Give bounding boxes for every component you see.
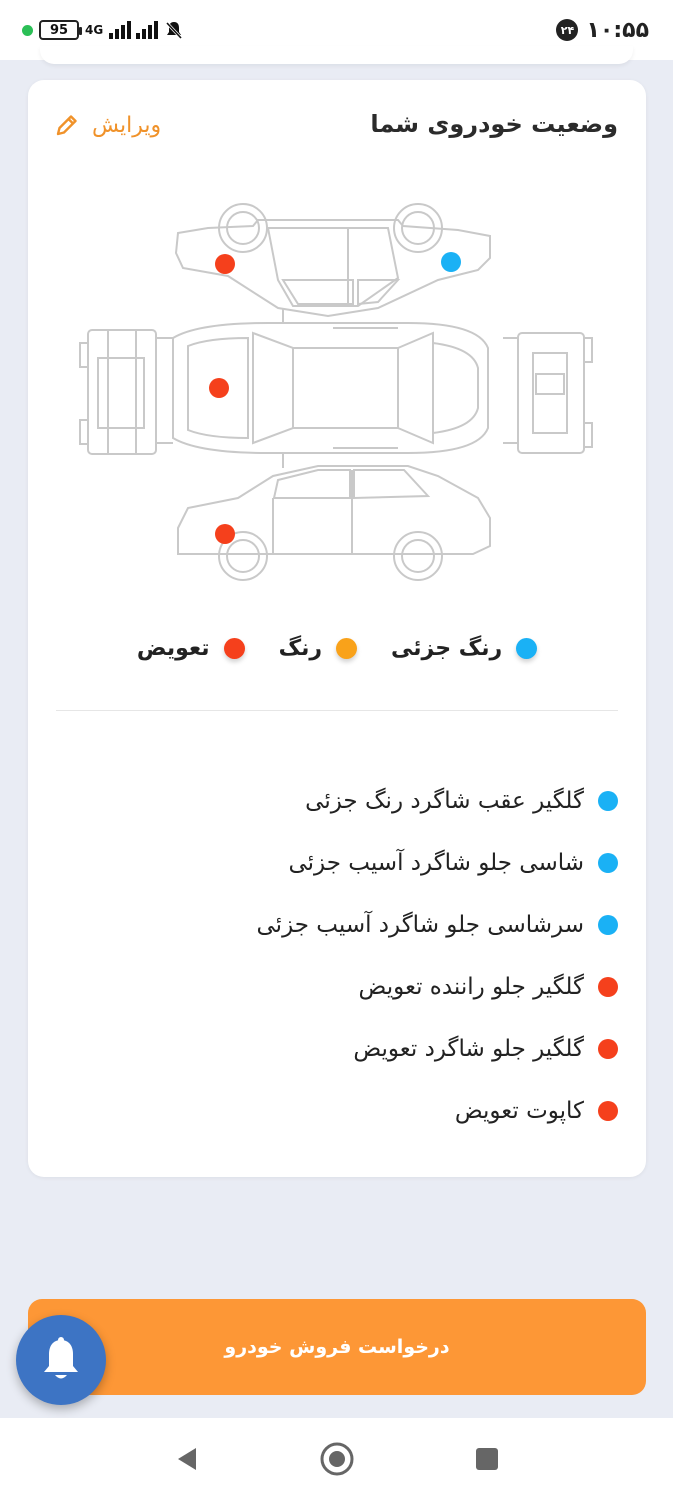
bell-off-icon xyxy=(166,21,183,40)
status-dot xyxy=(598,791,618,811)
circle-home-icon xyxy=(320,1442,353,1476)
notification-fab[interactable] xyxy=(16,1315,106,1405)
battery-icon: 95 xyxy=(39,20,82,40)
nav-recents-button[interactable] xyxy=(467,1439,507,1479)
nav-back-button[interactable] xyxy=(167,1439,207,1479)
signal-icon xyxy=(109,21,159,39)
status-dot xyxy=(598,1039,618,1059)
damage-text: گلگیر جلو شاگرد تعویض xyxy=(353,1036,584,1062)
edit-button[interactable]: ویرایش xyxy=(54,112,161,138)
list-item: شاسی جلو شاگرد آسیب جزئی xyxy=(118,832,618,894)
car-rear-view xyxy=(503,332,593,454)
legend-label: رنگ xyxy=(278,635,323,661)
marker-hood xyxy=(209,378,229,398)
status-dot xyxy=(598,1101,618,1121)
legend-dot xyxy=(336,637,358,659)
status-dot xyxy=(598,977,618,997)
legend-item: رنگ xyxy=(278,635,358,661)
status-icons: 95 4G xyxy=(22,20,184,40)
status-dot xyxy=(598,915,618,935)
edit-label: ویرایش xyxy=(92,112,162,138)
network-type: 4G xyxy=(85,23,104,37)
legend-dot xyxy=(223,637,245,659)
damage-text: سرشاسی جلو شاگرد آسیب جزئی xyxy=(256,912,584,938)
car-diagram xyxy=(79,203,593,581)
damage-list: گلگیر عقب شاگرد رنگ جزئی شاسی جلو شاگرد … xyxy=(118,770,618,1142)
pencil-icon xyxy=(56,115,77,136)
nav-home-button[interactable] xyxy=(317,1439,357,1479)
legend-label: تعویض xyxy=(136,635,210,661)
previous-card-edge xyxy=(40,46,633,64)
damage-text: شاسی جلو شاگرد آسیب جزئی xyxy=(288,850,584,876)
recording-dot-icon xyxy=(22,24,33,36)
marker-rear-fender-passenger xyxy=(441,252,461,272)
card-title: وضعیت خودروی شما xyxy=(370,110,618,138)
notification-badge: ۲۴ xyxy=(556,19,579,41)
damage-text: کاپوت تعویض xyxy=(454,1098,584,1124)
triangle-back-icon xyxy=(177,1448,196,1470)
car-front-view xyxy=(79,329,173,455)
bell-icon xyxy=(44,1337,78,1379)
square-recents-icon xyxy=(475,1448,498,1470)
legend: رنگ جزئی رنگ تعویض xyxy=(28,628,646,668)
legend-item: تعویض xyxy=(137,636,245,661)
car-status-card: وضعیت خودروی شما ویرایش رنگ جزئی رنگ تعو… xyxy=(28,80,646,1177)
divider xyxy=(56,710,618,711)
car-side-bottom xyxy=(177,465,491,581)
battery-level: 95 xyxy=(49,22,69,38)
damage-text: گلگیر جلو راننده تعویض xyxy=(358,974,584,1000)
list-item: گلگیر جلو شاگرد تعویض xyxy=(118,1018,618,1080)
list-item: گلگیر جلو راننده تعویض xyxy=(118,956,618,1018)
legend-label: رنگ جزئی xyxy=(391,635,503,661)
status-clock-area: ۲۴ ۱۰:۵۵ xyxy=(556,18,649,43)
marker-front-fender-passenger xyxy=(215,254,235,274)
status-dot xyxy=(598,853,618,873)
list-item: کاپوت تعویض xyxy=(118,1080,618,1142)
list-item: گلگیر عقب شاگرد رنگ جزئی xyxy=(118,770,618,832)
sell-car-button[interactable]: درخواست فروش خودرو xyxy=(28,1299,646,1395)
list-item: سرشاسی جلو شاگرد آسیب جزئی xyxy=(118,894,618,956)
clock: ۱۰:۵۵ xyxy=(586,17,649,43)
legend-dot xyxy=(516,637,538,659)
system-nav-bar xyxy=(0,1418,673,1500)
marker-front-fender-driver xyxy=(215,524,235,544)
damage-text: گلگیر عقب شاگرد رنگ جزئی xyxy=(305,788,584,814)
legend-item: رنگ جزئی xyxy=(391,635,538,661)
